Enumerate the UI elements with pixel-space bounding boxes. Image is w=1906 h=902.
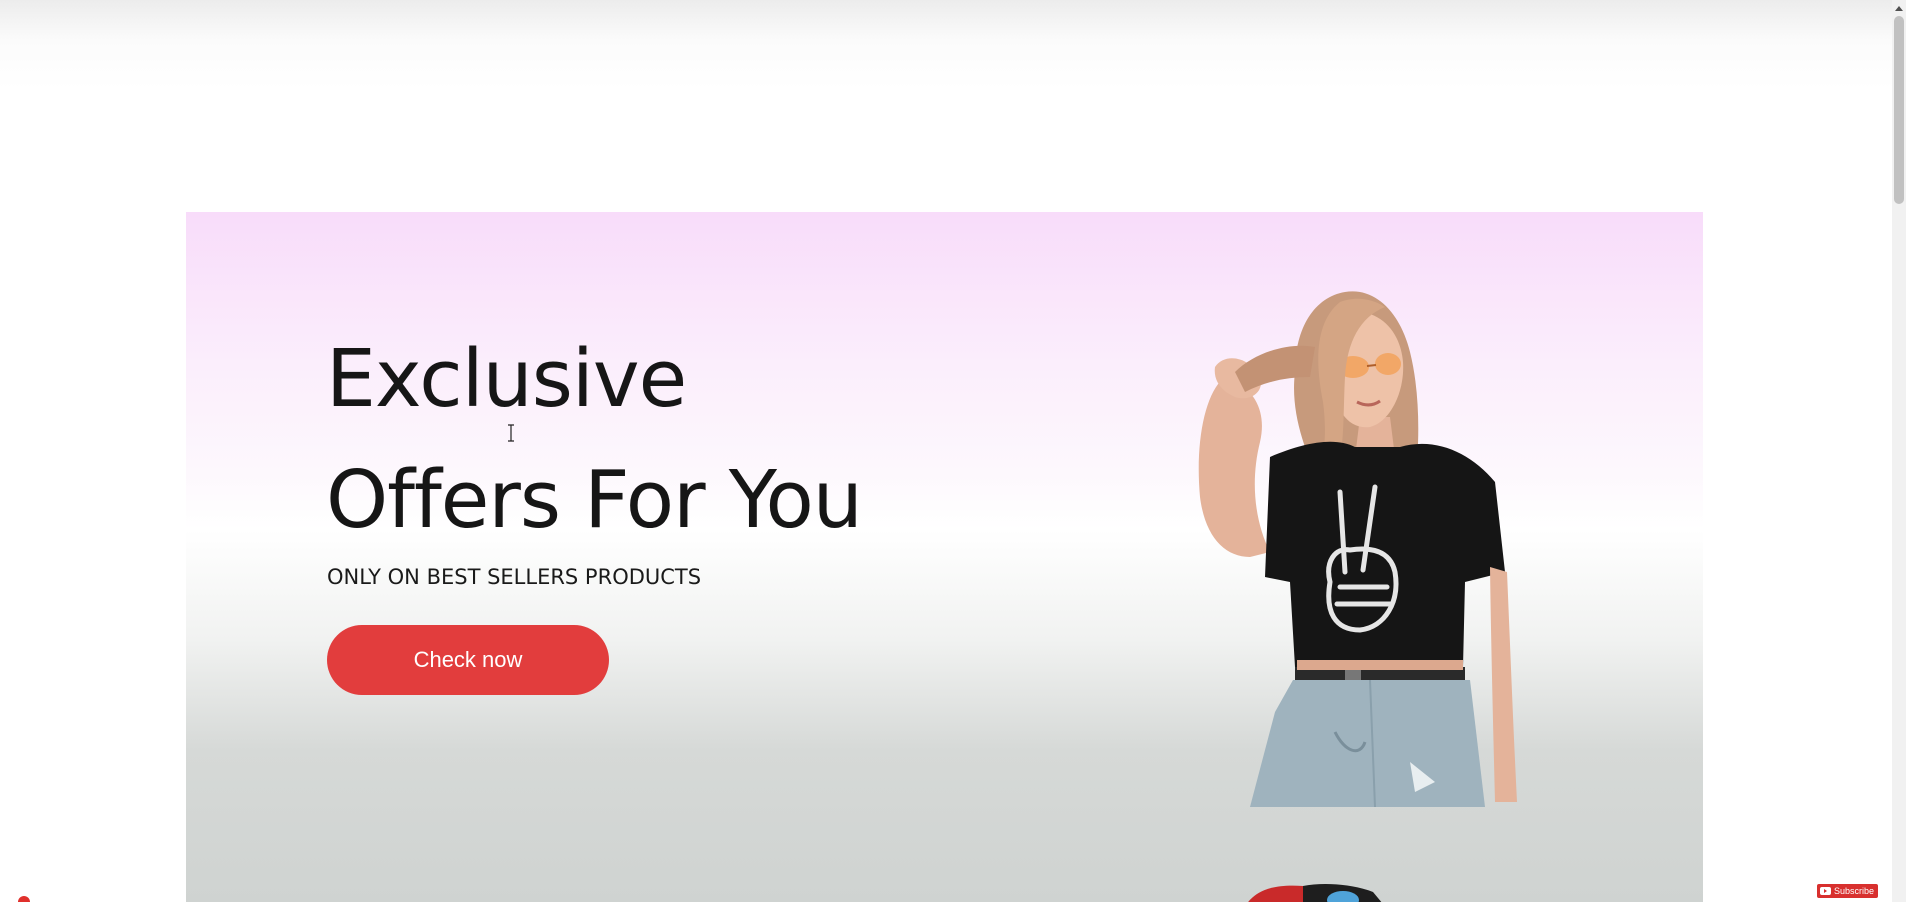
text-cursor-icon <box>508 424 514 442</box>
hero-title-line-1: Exclusive <box>326 333 687 425</box>
hero-banner: Exclusive Offers For You ONLY ON BEST SE… <box>186 212 1703 902</box>
youtube-play-icon <box>1820 887 1831 895</box>
hero-title-line-2: Offers For You <box>326 454 863 546</box>
page-viewport: Exclusive Offers For You ONLY ON BEST SE… <box>0 0 1906 902</box>
next-product-image <box>1248 884 1382 902</box>
vertical-scrollbar[interactable] <box>1892 0 1906 902</box>
scroll-up-arrow-icon[interactable] <box>1895 6 1903 11</box>
check-now-button[interactable]: Check now <box>327 625 609 695</box>
subscribe-label: Subscribe <box>1834 886 1875 896</box>
hero-subtitle: ONLY ON BEST SELLERS PRODUCTS <box>327 565 702 589</box>
subscribe-button[interactable]: Subscribe <box>1817 884 1879 898</box>
hero-model-image <box>1198 291 1517 807</box>
scrollbar-thumb[interactable] <box>1894 16 1904 204</box>
record-indicator-icon <box>18 896 30 902</box>
